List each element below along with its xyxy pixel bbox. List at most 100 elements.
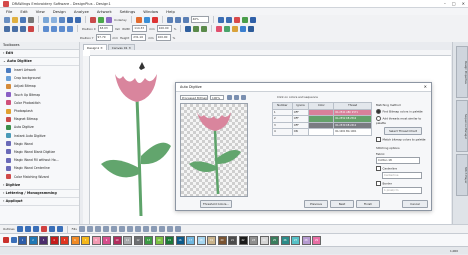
color-row[interactable]: 4 ON RA 1001 BG 1001 <box>272 128 372 136</box>
section-edit[interactable]: › Edit <box>0 50 79 58</box>
save-icon[interactable] <box>20 16 26 23</box>
palette-swatch[interactable]: 3 <box>39 235 48 245</box>
toolbox-item[interactable]: Magnet Bitmap <box>0 115 79 123</box>
color-picker-icon[interactable] <box>10 237 17 243</box>
layout-icon[interactable] <box>248 25 255 32</box>
zoom-in-icon[interactable] <box>166 16 173 23</box>
maximize-button[interactable]: □ <box>452 1 456 6</box>
palette-swatch[interactable]: 9 <box>102 235 111 245</box>
align-icon[interactable] <box>43 25 49 32</box>
outline-satin-icon[interactable] <box>24 226 31 232</box>
palette-swatch[interactable]: 16 <box>175 235 185 245</box>
height-field[interactable]: 231.16 <box>131 34 147 41</box>
border-option[interactable]: Border <box>376 181 430 186</box>
thread-cell[interactable]: RA 1001 BG 1001 <box>333 128 372 136</box>
palette-swatch[interactable]: 17 <box>186 235 195 245</box>
finish-button[interactable]: Finish <box>356 200 380 208</box>
palette-swatch[interactable]: 5 <box>60 235 69 245</box>
palette-swatch[interactable]: 2 <box>28 235 38 245</box>
menu-view[interactable]: View <box>36 9 45 14</box>
fill-satin-icon[interactable] <box>86 226 93 232</box>
border-field[interactable]: 1 pixel/cm <box>382 187 422 194</box>
lock-ratio-icon[interactable] <box>185 25 192 32</box>
cancel-button[interactable]: Cancel <box>402 200 428 208</box>
palette-swatch[interactable]: 24 <box>259 235 269 245</box>
close-button[interactable]: ✕ <box>462 1 465 6</box>
radio-find-colors-icon[interactable] <box>376 109 381 114</box>
redo-icon[interactable] <box>75 16 81 23</box>
shape-icon[interactable] <box>28 25 34 32</box>
section-digitize[interactable]: › Digitize <box>0 182 79 190</box>
palette-swatch[interactable]: 4 <box>49 235 59 245</box>
outline-blanket-icon[interactable] <box>48 226 55 232</box>
option-find-colors[interactable]: Find Bitmap colors in palette <box>376 109 430 114</box>
distribute-icon[interactable] <box>51 25 57 32</box>
print-icon[interactable] <box>28 16 34 23</box>
palette-swatch[interactable]: 8 <box>91 235 101 245</box>
fill-gradient-icon[interactable] <box>102 226 109 232</box>
color-wheel-icon[interactable] <box>151 16 158 23</box>
palette-swatch[interactable]: 15 <box>165 235 174 245</box>
grid-icon[interactable] <box>98 16 104 23</box>
palette-swatch[interactable]: 20 <box>217 235 227 245</box>
palette-swatch[interactable]: 14 <box>154 235 164 245</box>
blocks-icon[interactable] <box>240 25 247 32</box>
palette-swatch[interactable]: 11 <box>123 235 132 245</box>
zoom-in-icon[interactable] <box>227 95 232 100</box>
copy-icon[interactable] <box>51 16 57 23</box>
fabric-select[interactable]: Cotton 18 <box>376 157 420 164</box>
play-icon[interactable] <box>241 16 248 23</box>
bitmap-preview[interactable] <box>180 103 248 197</box>
palette-swatch[interactable]: 23 <box>249 235 258 245</box>
border-checkbox-icon[interactable] <box>376 181 381 186</box>
paste-icon[interactable] <box>59 16 65 23</box>
fill-photo-icon[interactable] <box>174 226 181 232</box>
effects-icon[interactable] <box>216 25 223 32</box>
flower-design[interactable] <box>95 58 175 223</box>
menu-window[interactable]: Window <box>143 9 158 14</box>
realistic-view-icon[interactable] <box>143 16 150 23</box>
move-right-icon[interactable] <box>225 16 232 23</box>
toolbox-item[interactable]: Magic Wand Centerline <box>0 164 79 172</box>
centerline-option[interactable]: Centerline <box>376 166 430 171</box>
section-applique[interactable]: › Appliqué <box>0 198 79 206</box>
menu-help[interactable]: Help <box>166 9 175 14</box>
menu-settings[interactable]: Settings <box>120 9 136 14</box>
menu-analyze[interactable]: Analyze <box>74 9 89 14</box>
toolbox-item[interactable]: Auto Digitize <box>0 123 79 131</box>
tab-design-properties[interactable]: Design Properties <box>456 46 468 98</box>
palette-swatch[interactable]: 18 <box>196 235 206 245</box>
next-button[interactable]: Next <box>330 200 354 208</box>
rotate-icon[interactable] <box>201 25 208 32</box>
toolbox-item[interactable]: Magic Wand <box>0 140 79 148</box>
toolbox-item[interactable]: Crop background <box>0 74 79 82</box>
pencil-icon[interactable] <box>3 237 9 243</box>
properties-icon[interactable] <box>224 25 231 32</box>
hoop-icon[interactable] <box>106 16 112 23</box>
stop-icon[interactable] <box>233 16 240 23</box>
match-bitmap-option[interactable]: Match bitmap colors to palette <box>376 137 430 142</box>
zoom-fit-icon[interactable] <box>182 16 189 23</box>
zoom-out-icon[interactable] <box>174 16 181 23</box>
underlay-label[interactable]: Underlay <box>114 18 127 22</box>
section-lettering[interactable]: › Lettering / Monogramming <box>0 190 79 198</box>
fill-circular-icon[interactable] <box>126 226 133 232</box>
hoop-select-icon[interactable] <box>232 25 239 32</box>
tab-sequence-manager[interactable]: Sequence Manager <box>456 100 468 152</box>
outline-running-icon[interactable] <box>16 226 23 232</box>
fill-shadow-icon[interactable] <box>166 226 173 232</box>
node-edit-icon[interactable] <box>12 25 18 32</box>
palette-swatch[interactable]: 22 <box>238 235 248 245</box>
toolbox-item[interactable]: Adjust Bitmap <box>0 82 79 90</box>
fill-radial-icon[interactable] <box>134 226 141 232</box>
outline-triple-icon[interactable] <box>32 226 39 232</box>
palette-swatch[interactable]: 29 <box>312 235 321 245</box>
transform-icon[interactable] <box>20 25 26 32</box>
toolbox-item[interactable]: Magic Wand Blank Digitize <box>0 148 79 156</box>
palette-swatch[interactable]: 26 <box>280 235 290 245</box>
palette-swatch[interactable]: 12 <box>133 235 143 245</box>
palette-swatch[interactable]: 6 <box>70 235 80 245</box>
mirror-icon[interactable] <box>193 25 200 32</box>
centerline-field[interactable]: Centerline <box>382 172 422 179</box>
fill-stippling-icon[interactable] <box>158 226 165 232</box>
